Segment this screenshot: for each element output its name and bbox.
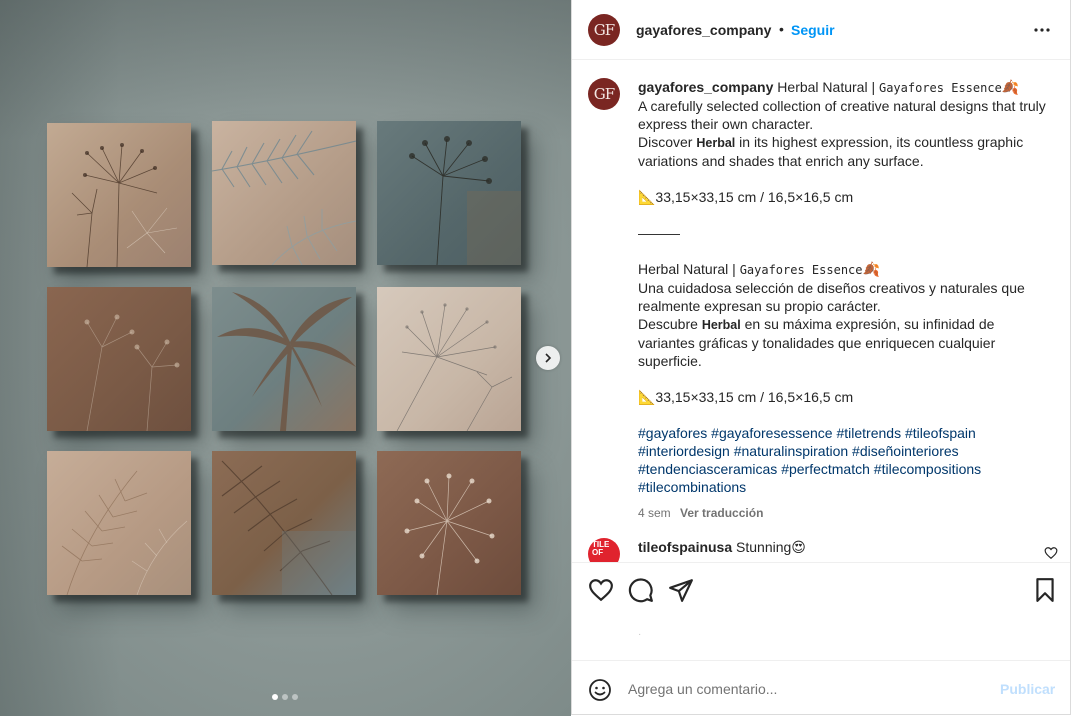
hashtag-link[interactable]: #naturalinspiration <box>734 443 848 459</box>
caption-divider: ——— <box>638 225 680 241</box>
tile-image-7 <box>47 451 191 595</box>
likes-placeholder: · <box>638 629 642 640</box>
commenter-username[interactable]: tileofspainusa <box>638 539 732 555</box>
tile-image-1 <box>47 123 191 267</box>
caption-title: Herbal Natural | <box>777 79 876 95</box>
caption-avatar[interactable]: GF <box>588 78 620 110</box>
publish-button[interactable]: Publicar <box>1000 681 1055 697</box>
caption-bold-word: Herbal <box>701 318 741 332</box>
more-options-icon[interactable] <box>1032 22 1052 38</box>
leaf-emoji: 🍂 <box>1001 79 1020 95</box>
caption-en-line1: A carefully selected collection of creat… <box>638 98 1046 132</box>
caption-text: Descubre <box>638 316 698 332</box>
tile-image-6 <box>377 287 521 431</box>
post-actions: · <box>572 562 1070 660</box>
hashtag-link[interactable]: #diseñointeriores <box>852 443 959 459</box>
caption-es-brand: Gayafores Essence <box>739 263 863 277</box>
carousel-dot <box>282 694 288 700</box>
hashtag-link[interactable]: #tilecompositions <box>874 461 981 477</box>
chevron-right-icon <box>545 353 552 363</box>
follow-button[interactable]: Seguir <box>791 22 835 38</box>
hashtags: #gayafores #gayaforesessence #tiletrends… <box>638 424 1048 496</box>
caption-username[interactable]: gayafores_company <box>638 79 773 95</box>
tile-image-2 <box>212 121 356 265</box>
tile-image-8 <box>212 451 356 595</box>
caption-es-line1: Una cuidadosa selección de diseños creat… <box>638 280 1025 314</box>
bookmark-icon[interactable] <box>1032 577 1058 603</box>
comment-heart-icon[interactable] <box>1044 546 1058 560</box>
post-username[interactable]: gayafores_company <box>636 22 771 38</box>
hashtag-link[interactable]: #tendenciasceramicas <box>638 461 777 477</box>
tile-image-3 <box>377 121 521 265</box>
translate-button[interactable]: Ver traducción <box>680 506 763 520</box>
hashtag-link[interactable]: #gayafores <box>638 425 707 441</box>
caption-bold-word: Herbal <box>696 136 736 150</box>
hashtag-link[interactable]: #tiletrends <box>836 425 901 441</box>
post-side-panel: GF gayafores_company • Seguir GF gayafor… <box>571 0 1071 715</box>
post-timestamp[interactable]: 4 sem <box>638 506 671 520</box>
leaf-emoji: 🍂 <box>862 261 880 277</box>
hashtag-link[interactable]: #tileofspain <box>905 425 976 441</box>
carousel-indicator <box>272 694 298 700</box>
comment-item: TILE OF tileofspainusa Stunning😍 <box>588 538 1058 562</box>
comment-text: tileofspainusa Stunning😍 <box>638 539 806 556</box>
tile-image-5 <box>212 287 356 431</box>
add-comment-bar: Publicar <box>572 660 1070 715</box>
avatar[interactable]: GF <box>588 14 620 46</box>
hashtag-link[interactable]: #perfectmatch <box>781 461 870 477</box>
comment-input[interactable] <box>628 677 988 701</box>
comments-section[interactable]: GF gayafores_company Herbal Natural | Ga… <box>572 60 1070 562</box>
hashtag-link[interactable]: #interiordesign <box>638 443 730 459</box>
comment-icon[interactable] <box>628 577 654 603</box>
comment-body: Stunning😍 <box>736 539 806 555</box>
paper-plane-icon[interactable] <box>668 577 694 603</box>
heart-icon[interactable] <box>588 577 614 603</box>
header-separator: • <box>779 21 784 37</box>
emoji-icon[interactable] <box>588 678 612 702</box>
caption-meta: 4 sem Ver traducción <box>638 504 1048 522</box>
caption-es-title: Herbal Natural | <box>638 261 736 277</box>
caption-size-es: 📐33,15×33,15 cm / 16,5×16,5 cm <box>638 389 854 405</box>
caption-text: Discover <box>638 134 693 150</box>
post-media[interactable] <box>0 0 571 716</box>
carousel-next-button[interactable] <box>536 346 560 370</box>
tile-image-9 <box>377 451 521 595</box>
hashtag-link[interactable]: #gayaforesessence <box>711 425 832 441</box>
caption-size-en: 📐33,15×33,15 cm / 16,5×16,5 cm <box>638 189 854 205</box>
tile-image-4 <box>47 287 191 431</box>
hashtag-link[interactable]: #tilecombinations <box>638 479 746 495</box>
commenter-avatar[interactable]: TILE OF <box>588 538 620 562</box>
carousel-dot <box>292 694 298 700</box>
post-caption: gayafores_company Herbal Natural | Gayaf… <box>638 78 1048 522</box>
carousel-dot-active <box>272 694 278 700</box>
post-header: GF gayafores_company • Seguir <box>572 0 1070 60</box>
caption-brand: Gayafores Essence <box>878 81 1002 95</box>
